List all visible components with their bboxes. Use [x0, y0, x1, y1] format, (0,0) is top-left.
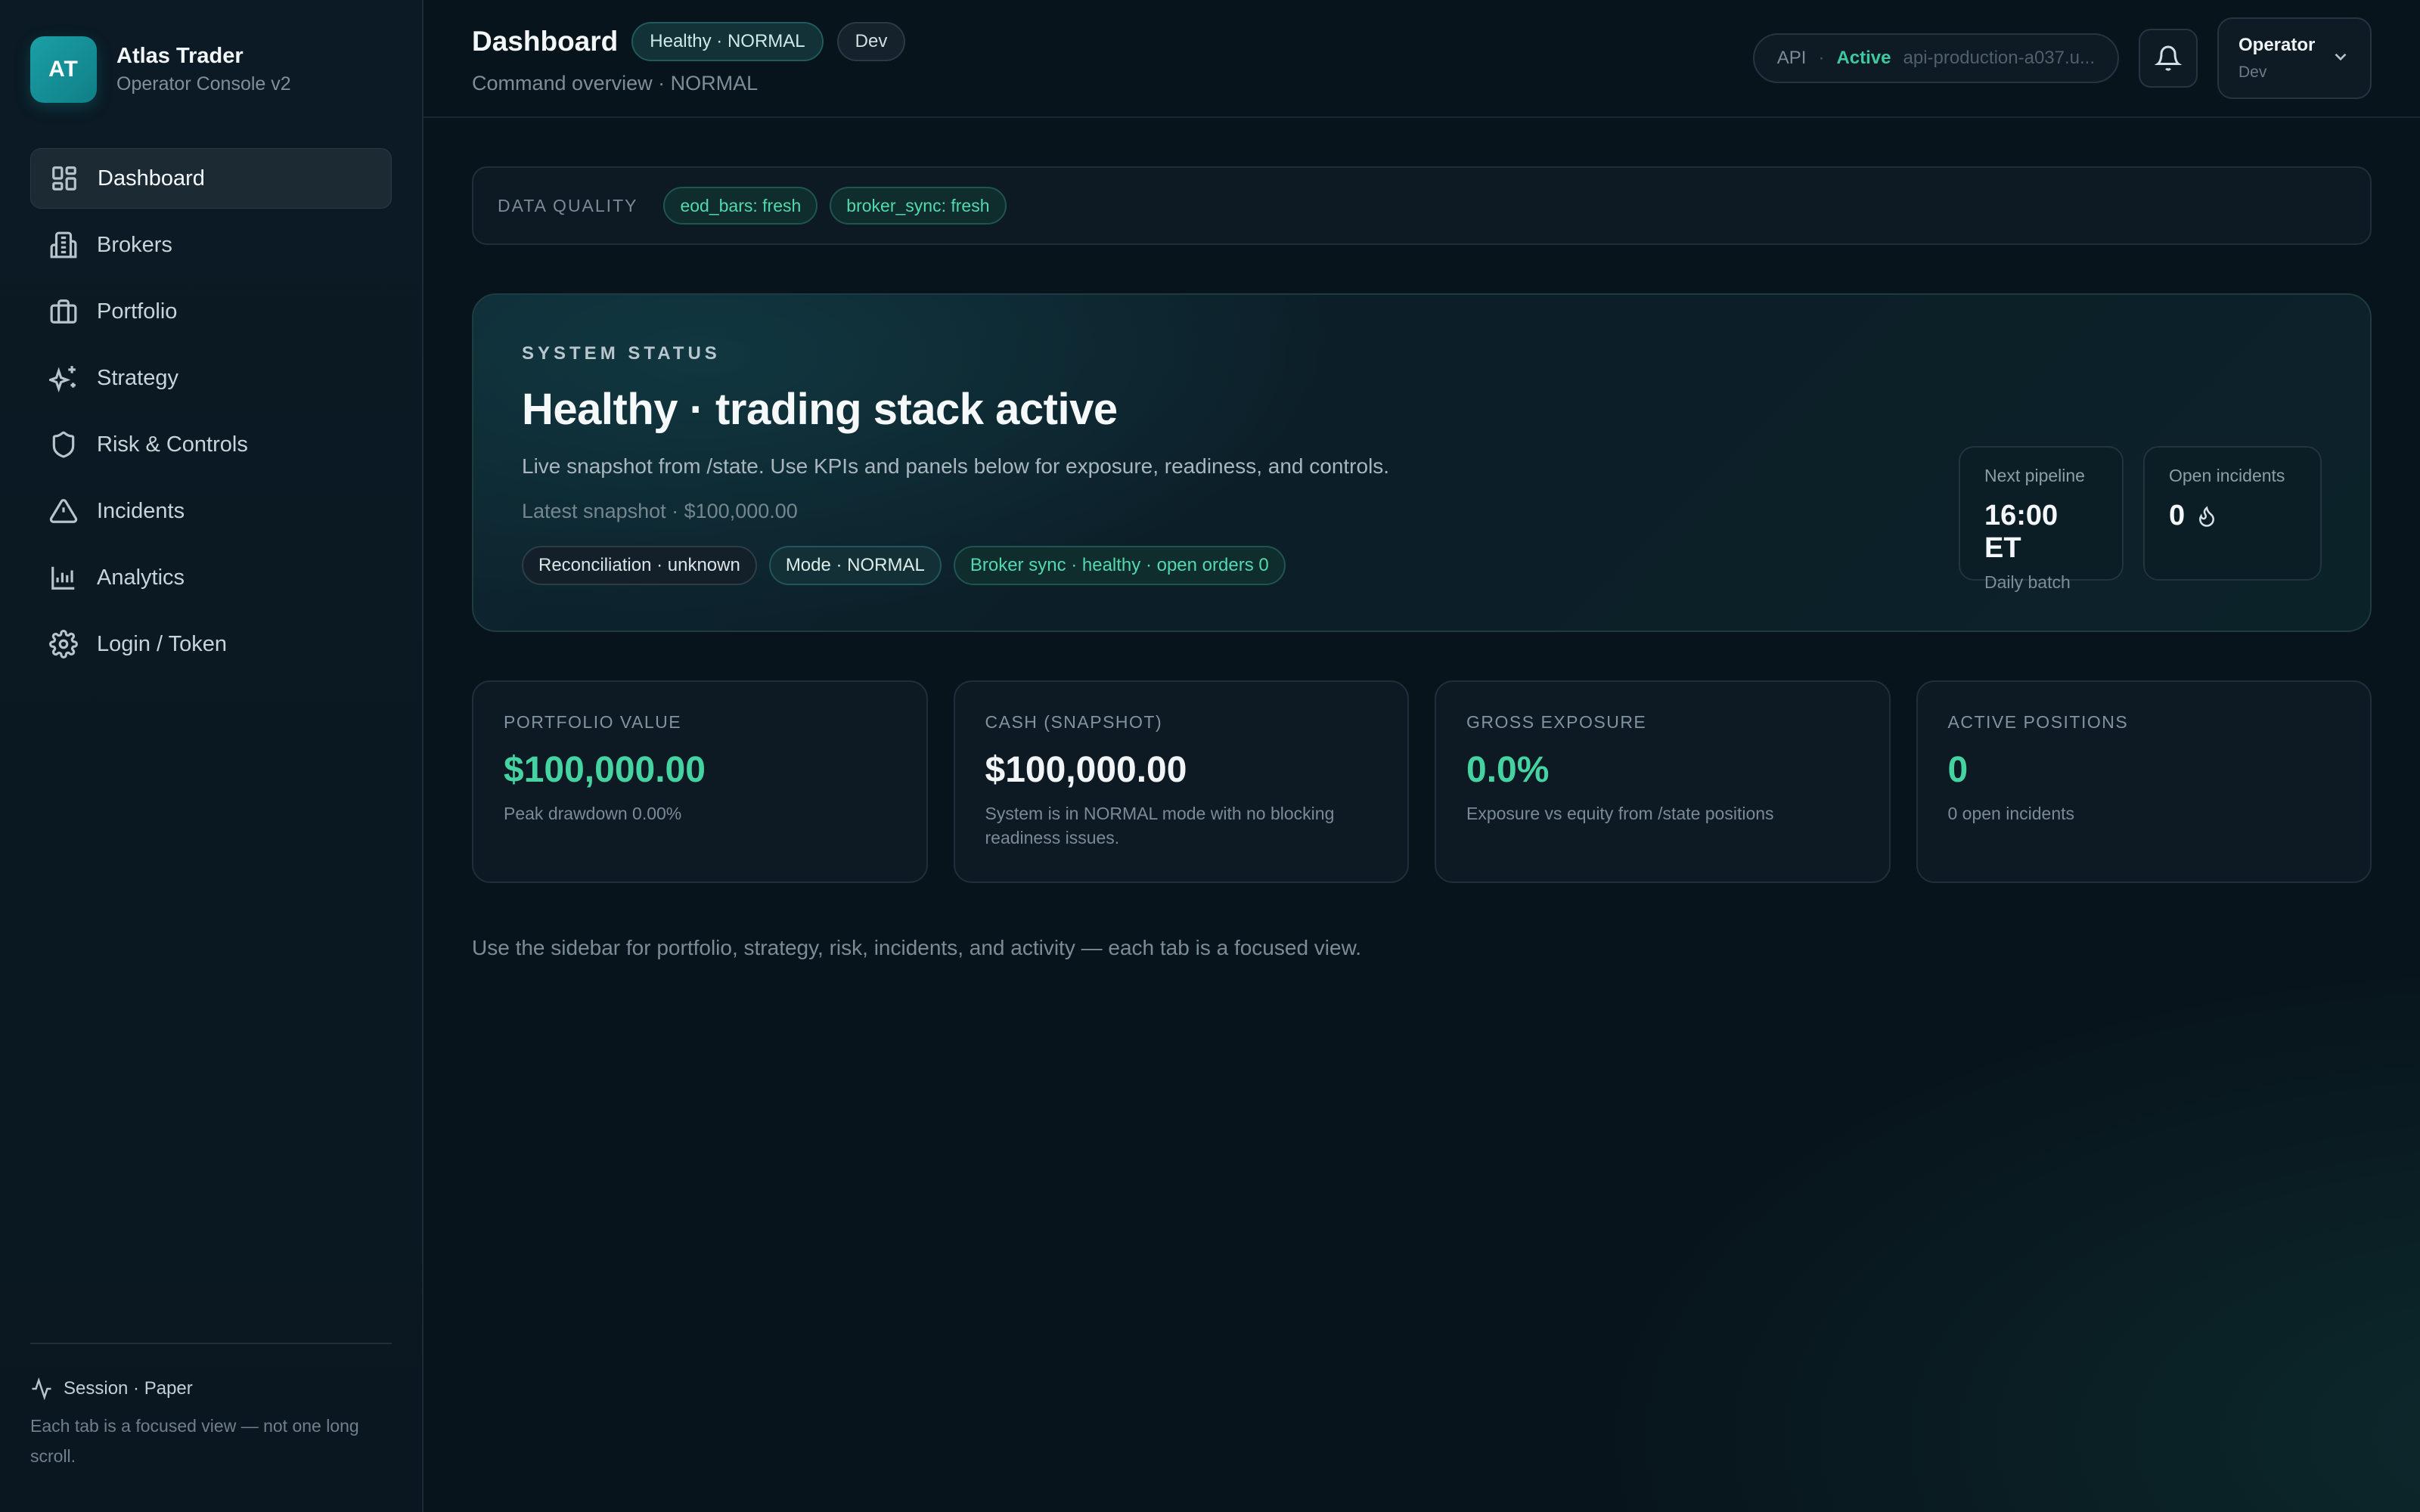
sidebar-item-label: Dashboard	[98, 166, 205, 191]
building-icon	[48, 230, 79, 260]
kpi-card-gross-exposure: GROSS EXPOSURE 0.0% Exposure vs equity f…	[1435, 680, 1891, 883]
flame-icon	[2199, 505, 2215, 527]
next-pipeline-card: Next pipeline 16:00 ET Daily batch	[1959, 446, 2124, 592]
footer-hint: Use the sidebar for portfolio, strategy,…	[472, 936, 1362, 959]
kpi-card-cash: CASH (SNAPSHOT) $100,000.00 System is in…	[953, 680, 1409, 883]
session-indicator: Session · Paper	[30, 1377, 392, 1400]
topbar-actions: API · Active api-production-a037.u... Op…	[1752, 17, 2372, 99]
system-status-eyebrow: SYSTEM STATUS	[522, 343, 721, 364]
kpi-value: 0	[1947, 750, 1969, 790]
kpi-card-portfolio-value: PORTFOLIO VALUE $100,000.00 Peak drawdow…	[472, 680, 928, 883]
sidebar-item-incidents[interactable]: Incidents	[30, 481, 392, 541]
sidebar-nav: Dashboard Brokers Portfolio Strategy Ris…	[30, 148, 392, 674]
kpi-note: 0 open incidents	[1947, 804, 2075, 823]
sidebar-item-risk-controls[interactable]: Risk & Controls	[30, 414, 392, 475]
operator-name: Operator	[2238, 35, 2316, 55]
kpi-note: Peak drawdown 0.00%	[504, 804, 682, 823]
title-row: Dashboard Healthy · NORMAL Dev	[472, 21, 906, 61]
sidebar-item-strategy[interactable]: Strategy	[30, 348, 392, 408]
kpi-label: ACTIVE POSITIONS	[1947, 712, 2129, 732]
shield-icon	[48, 429, 79, 460]
sidebar-item-label: Risk & Controls	[97, 432, 248, 457]
sidebar-footer: Session · Paper Each tab is a focused vi…	[30, 1343, 392, 1471]
sidebar: AT Atlas Trader Operator Console v2 Dash…	[0, 0, 424, 1512]
kpi-note: System is in NORMAL mode with no blockin…	[985, 804, 1335, 847]
dashboard-content: DATA QUALITY eod_bars: fresh broker_sync…	[424, 118, 2420, 960]
health-badge: Healthy · NORMAL	[631, 21, 824, 61]
kpi-value: 0.0%	[1466, 750, 1550, 790]
open-incidents-value: 0	[2169, 500, 2186, 531]
sidebar-item-brokers[interactable]: Brokers	[30, 215, 392, 275]
main-content: Dashboard Healthy · NORMAL Dev Command o…	[424, 0, 2420, 1512]
brand-subtitle: Operator Console v2	[116, 73, 291, 94]
sidebar-item-label: Brokers	[97, 232, 172, 257]
broker-sync-badge: Broker sync · healthy · open orders 0	[953, 546, 1286, 585]
kpi-value: $100,000.00	[985, 750, 1187, 790]
api-label: API	[1776, 48, 1807, 68]
system-status-card: SYSTEM STATUS Healthy · trading stack ac…	[472, 293, 2372, 632]
gear-icon	[48, 629, 79, 659]
api-separator: ·	[1818, 48, 1825, 68]
data-quality-label: DATA QUALITY	[498, 195, 638, 215]
page-subtitle: Command overview · NORMAL	[472, 71, 759, 94]
data-quality-badge: eod_bars: fresh	[663, 187, 818, 225]
notifications-button[interactable]	[2139, 29, 2198, 88]
sidebar-item-label: Strategy	[97, 365, 178, 390]
operator-menu[interactable]: Operator Dev	[2217, 17, 2372, 99]
open-incidents-card[interactable]: Open incidents 0	[2143, 446, 2322, 581]
sidebar-item-label: Incidents	[97, 498, 185, 523]
session-label: Session · Paper	[64, 1378, 193, 1399]
kpi-row: PORTFOLIO VALUE $100,000.00 Peak drawdow…	[472, 680, 2372, 883]
open-incidents-label: Open incidents	[2169, 466, 2285, 485]
alert-triangle-icon	[48, 496, 79, 526]
data-quality-bar: DATA QUALITY eod_bars: fresh broker_sync…	[472, 166, 2372, 245]
reconciliation-badge: Reconciliation · unknown	[522, 546, 757, 585]
brand-logo: AT	[30, 36, 97, 103]
sidebar-item-label: Login / Token	[97, 631, 227, 656]
sidebar-item-login-token[interactable]: Login / Token	[30, 614, 392, 674]
kpi-label: CASH (SNAPSHOT)	[985, 712, 1163, 732]
next-pipeline-value: 16:00 ET	[1984, 500, 2059, 564]
bar-chart-icon	[48, 562, 79, 593]
sidebar-item-label: Analytics	[97, 565, 185, 590]
kpi-card-active-positions: ACTIVE POSITIONS 0 0 open incidents	[1916, 680, 2372, 883]
system-status-headline: Healthy · trading stack active	[522, 385, 1118, 434]
brand-name: Atlas Trader	[116, 44, 244, 68]
api-status: Active	[1836, 48, 1891, 68]
briefcase-icon	[48, 296, 79, 327]
mode-badge: Mode · NORMAL	[768, 546, 942, 585]
data-quality-badge: broker_sync: fresh	[830, 187, 1007, 225]
next-pipeline-label: Next pipeline	[1984, 466, 2085, 485]
topbar: Dashboard Healthy · NORMAL Dev Command o…	[424, 0, 2420, 118]
sidebar-item-dashboard[interactable]: Dashboard	[30, 148, 392, 209]
brand: AT Atlas Trader Operator Console v2	[30, 0, 392, 139]
kpi-value: $100,000.00	[504, 750, 706, 790]
grid-icon	[49, 163, 79, 194]
open-incidents-value-row: 0	[2169, 500, 2296, 532]
bell-icon	[2155, 45, 2182, 71]
page-title: Dashboard	[472, 25, 619, 57]
kpi-note: Exposure vs equity from /state positions	[1466, 804, 1774, 823]
sidebar-item-portfolio[interactable]: Portfolio	[30, 281, 392, 342]
sidebar-item-analytics[interactable]: Analytics	[30, 547, 392, 608]
title-block: Dashboard Healthy · NORMAL Dev Command o…	[472, 21, 906, 95]
next-pipeline-note: Daily batch	[1984, 572, 2071, 592]
api-host: api-production-a037.u...	[1903, 48, 2096, 68]
env-badge: Dev	[836, 21, 906, 61]
activity-icon	[32, 1377, 51, 1400]
sidebar-item-label: Portfolio	[97, 299, 178, 324]
kpi-label: PORTFOLIO VALUE	[504, 712, 682, 732]
brand-text: Atlas Trader Operator Console v2	[116, 44, 291, 95]
status-mini-cards: Next pipeline 16:00 ET Daily batch Open …	[1939, 446, 2322, 592]
app-shell: AT Atlas Trader Operator Console v2 Dash…	[0, 0, 2420, 1512]
sparkle-icon	[48, 363, 79, 393]
sidebar-footer-note: Each tab is a focused view — not one lon…	[30, 1416, 359, 1466]
chevron-down-icon	[2331, 47, 2350, 70]
operator-role: Dev	[2238, 64, 2267, 81]
operator-info: Operator Dev	[2238, 35, 2315, 82]
api-status-pill[interactable]: API · Active api-production-a037.u...	[1752, 33, 2119, 83]
kpi-label: GROSS EXPOSURE	[1466, 712, 1647, 732]
